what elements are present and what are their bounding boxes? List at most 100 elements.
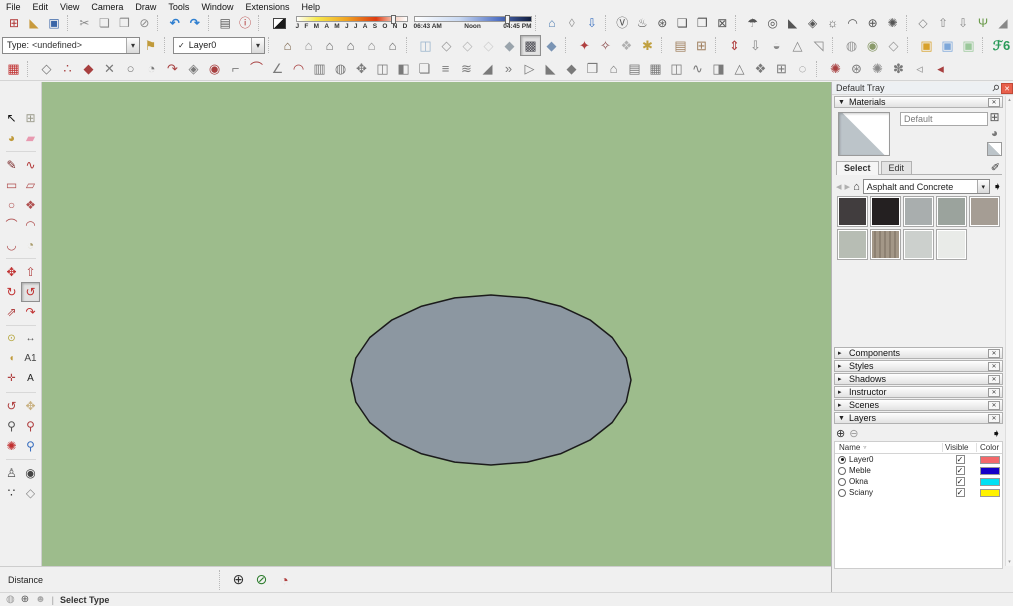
close-section-button[interactable]: ✕ — [988, 414, 1000, 423]
vray-render-icon[interactable]: ♨ — [632, 14, 652, 32]
material-swatch[interactable] — [936, 196, 967, 227]
plugin-tool-icon-11[interactable]: ⌒ — [246, 58, 267, 79]
menu-item[interactable]: Draw — [129, 2, 162, 12]
make-component-tool[interactable]: ⊞ — [21, 108, 40, 128]
position-camera-tool[interactable]: ♙ — [2, 463, 21, 483]
add-layer-button[interactable]: ⊕ — [836, 427, 845, 440]
tab-select[interactable]: Select — [836, 161, 879, 175]
plugin-tool-icon-28[interactable]: ⌂ — [603, 58, 624, 79]
vray-lock-camera-icon[interactable]: ⊠ — [712, 14, 732, 32]
dropdown-arrow-icon[interactable]: ▾ — [126, 38, 139, 53]
plugin-tool-icon-43[interactable]: ◂ — [930, 58, 951, 79]
plugin-tool-icon-39[interactable]: ⊛ — [846, 58, 867, 79]
text-tool[interactable]: A1 — [21, 349, 40, 369]
layer-visible-checkbox[interactable]: ✓ — [956, 455, 965, 464]
layer-row[interactable]: Sciany ✓ — [835, 487, 1002, 498]
hidden-line-mode-icon[interactable]: ◇ — [478, 35, 499, 56]
fur-icon[interactable]: Ψ — [973, 14, 993, 32]
menu-item[interactable]: View — [54, 2, 85, 12]
material-collection-combo[interactable]: Asphalt and Concrete ▾ — [863, 179, 990, 194]
enter-north-angle-icon[interactable]: ◔ — [273, 569, 296, 591]
view-front-icon[interactable]: ⌂ — [319, 35, 340, 56]
time-slider-handle[interactable] — [505, 15, 510, 24]
rectangle-light-icon[interactable]: ☂ — [743, 14, 763, 32]
freehand-tool[interactable]: ∿ — [21, 155, 40, 175]
date-slider-handle[interactable] — [391, 15, 396, 24]
orbit-tool[interactable]: ↺ — [2, 396, 21, 416]
erase-icon[interactable]: ⊘ — [134, 14, 154, 32]
material-swatch[interactable] — [870, 196, 901, 227]
eraser-tool[interactable]: ▰ — [21, 128, 40, 148]
sample-paint-icon[interactable]: ✐ — [991, 161, 1002, 174]
material-swatch[interactable] — [969, 196, 1000, 227]
material-name-field[interactable]: Default — [900, 112, 988, 126]
close-section-button[interactable]: ✕ — [988, 349, 1000, 358]
pan-tool[interactable]: ✥ — [21, 396, 40, 416]
close-section-button[interactable]: ✕ — [988, 401, 1000, 410]
protractor-tool[interactable]: ◖ — [2, 349, 21, 369]
push-pull-tool[interactable]: ⇧ — [21, 262, 40, 282]
classifier-tag-icon[interactable]: ⚑ — [140, 35, 161, 56]
plugin-tool-icon-30[interactable]: ▦ — [645, 58, 666, 79]
secondary-pane-icon[interactable]: ⊞ — [987, 110, 1002, 124]
plugin-tool-icon-23[interactable]: » — [498, 58, 519, 79]
plugin-tool-icon-27[interactable]: ❒ — [582, 58, 603, 79]
plugin-tool-icon-32[interactable]: ∿ — [687, 58, 708, 79]
plugin-tool-icon-14[interactable]: ▥ — [309, 58, 330, 79]
create-material-icon[interactable]: ◕ — [987, 126, 1002, 140]
sandbox-from-contours-icon[interactable]: ▤ — [670, 35, 691, 56]
layer-color-chip[interactable] — [980, 489, 1000, 497]
menu-item[interactable]: File — [0, 2, 27, 12]
plugin-tool-icon-12[interactable]: ∠ — [267, 58, 288, 79]
plugin-cube-icon-3[interactable]: ▣ — [958, 35, 979, 56]
paste-icon[interactable]: ❒ — [114, 14, 134, 32]
plugin-cube-icon-2[interactable]: ▣ — [937, 35, 958, 56]
shadow-toggle-icon[interactable] — [270, 14, 290, 32]
plugin-tool-icon-16[interactable]: ✥ — [351, 58, 372, 79]
active-layer-combo[interactable]: ✓ Layer0 ▾ — [173, 37, 265, 54]
share-model-icon[interactable]: ◊ — [562, 14, 582, 32]
plugin-tool-icon-5[interactable]: ○ — [120, 58, 141, 79]
tape-measure-tool[interactable]: ⊙ — [2, 329, 21, 349]
close-section-button[interactable]: ✕ — [988, 362, 1000, 371]
layer-visible-checkbox[interactable]: ✓ — [956, 488, 965, 497]
infinite-plane-icon[interactable]: ◇ — [913, 14, 933, 32]
toggle-north-arrow-icon[interactable]: ⊕ — [227, 569, 250, 591]
tray-section-header[interactable]: ▸ Styles ✕ — [834, 360, 1003, 372]
view-left-icon[interactable]: ⌂ — [382, 35, 403, 56]
save-icon[interactable]: ▣ — [44, 14, 64, 32]
plugin-tool-icon-17[interactable]: ◫ — [372, 58, 393, 79]
circle-tool[interactable]: ○ — [2, 195, 21, 215]
follow-me-tool[interactable]: ↺ — [21, 282, 40, 302]
open-model-icon[interactable]: ◣ — [24, 14, 44, 32]
classifier-type-combo[interactable]: Type: <undefined> ▾ — [2, 37, 140, 54]
export-proxy-icon[interactable]: ⇧ — [933, 14, 953, 32]
modeling-viewport[interactable] — [42, 82, 831, 566]
clipper-icon[interactable]: ◢ — [993, 14, 1013, 32]
plugin-tool-icon-9[interactable]: ◉ — [204, 58, 225, 79]
get-models-icon[interactable]: ⌂ — [542, 14, 562, 32]
xray-mode-icon[interactable]: ◫ — [415, 35, 436, 56]
geolocation-icon[interactable]: ◍ — [6, 595, 15, 605]
shaded-mode-icon[interactable]: ◆ — [499, 35, 520, 56]
close-section-button[interactable]: ✕ — [988, 98, 1000, 107]
tray-section-header[interactable]: ▸ Instructor ✕ — [834, 386, 1003, 398]
dome-light-icon[interactable]: ◠ — [843, 14, 863, 32]
plugin-tool-icon-19[interactable]: ❏ — [414, 58, 435, 79]
mesh-light-icon[interactable]: ⊕ — [863, 14, 883, 32]
vray-frame-buffer-icon[interactable]: ❑ — [672, 14, 692, 32]
close-section-button[interactable]: ✕ — [988, 375, 1000, 384]
tray-close-button[interactable]: ✕ — [1001, 83, 1013, 94]
collapse-arrow-icon[interactable]: ▼ — [838, 99, 845, 106]
plugin-component-icon-1[interactable]: ✦ — [574, 35, 595, 56]
expand-arrow-icon[interactable]: ▸ — [838, 349, 845, 357]
layer-color-chip[interactable] — [980, 467, 1000, 475]
redo-icon[interactable]: ↷ — [185, 14, 205, 32]
plugin-mesh-icon-1[interactable]: ◍ — [841, 35, 862, 56]
view-right-icon[interactable]: ⌂ — [340, 35, 361, 56]
plugin-tool-icon-25[interactable]: ◣ — [540, 58, 561, 79]
plugin-tool-icon-8[interactable]: ◈ — [183, 58, 204, 79]
plugin-tool-icon-29[interactable]: ▤ — [624, 58, 645, 79]
tray-section-header[interactable]: ▸ Shadows ✕ — [834, 373, 1003, 385]
copy-icon[interactable]: ❏ — [94, 14, 114, 32]
